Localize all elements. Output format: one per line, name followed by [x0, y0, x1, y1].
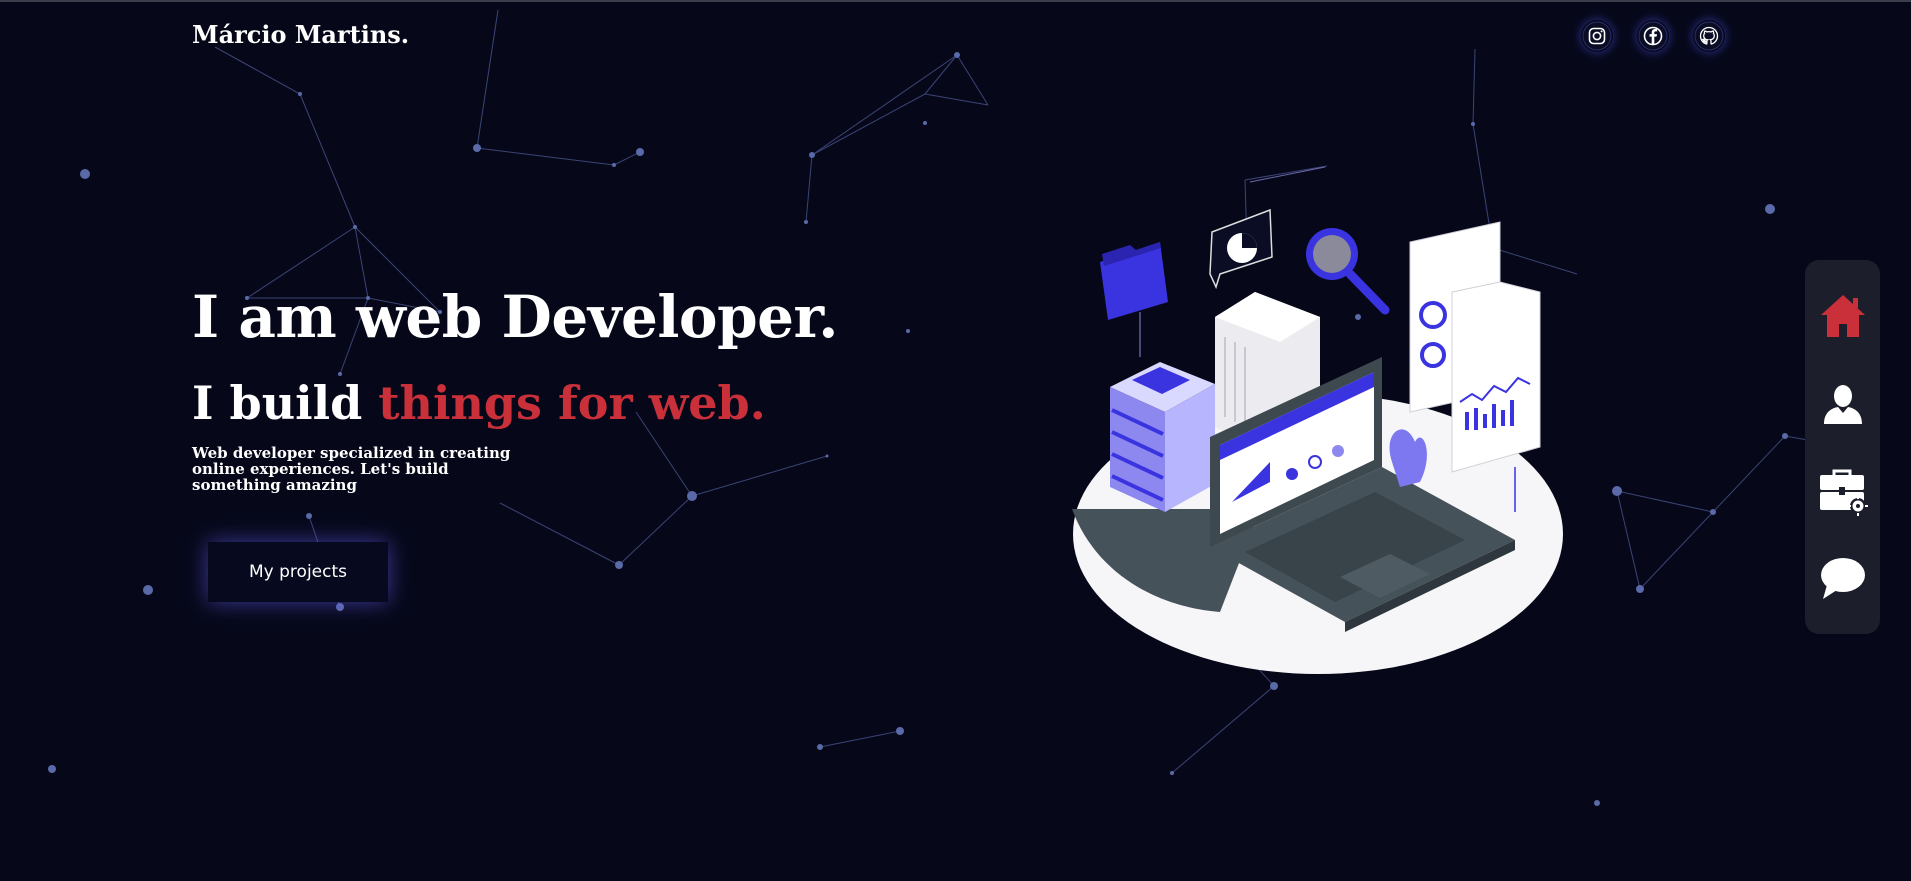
nav-item-home[interactable]	[1817, 290, 1869, 342]
facebook-icon[interactable]	[1637, 20, 1669, 52]
my-projects-button[interactable]: My projects	[208, 542, 388, 602]
nav-item-contact[interactable]	[1817, 552, 1869, 604]
user-icon	[1823, 385, 1862, 425]
nav-item-about[interactable]	[1817, 377, 1869, 429]
magnifier-icon	[1306, 228, 1390, 315]
nav-item-projects[interactable]	[1817, 465, 1869, 517]
hero-subtitle: I build things for web.	[192, 380, 766, 426]
hero-description: Web developer specialized in creating on…	[192, 444, 511, 494]
instagram-icon[interactable]	[1581, 20, 1613, 52]
briefcase-icon	[1819, 469, 1868, 516]
github-icon[interactable]	[1693, 20, 1725, 52]
brand-name[interactable]: Márcio Martins.	[192, 20, 409, 49]
side-navigation	[1805, 260, 1880, 634]
developer-workspace-illustration	[1072, 166, 1563, 674]
social-links	[1581, 20, 1725, 52]
hero-title: I am web Developer.	[192, 283, 838, 351]
hero-subtitle-prefix: I build	[192, 376, 379, 430]
chat-icon	[1820, 558, 1865, 600]
pie-chart-icon	[1209, 166, 1326, 290]
home-icon	[1820, 294, 1865, 337]
particle-network-background	[48, 9, 1843, 806]
hero-subtitle-accent: things for web.	[378, 376, 766, 430]
folder-icon	[1100, 242, 1168, 357]
